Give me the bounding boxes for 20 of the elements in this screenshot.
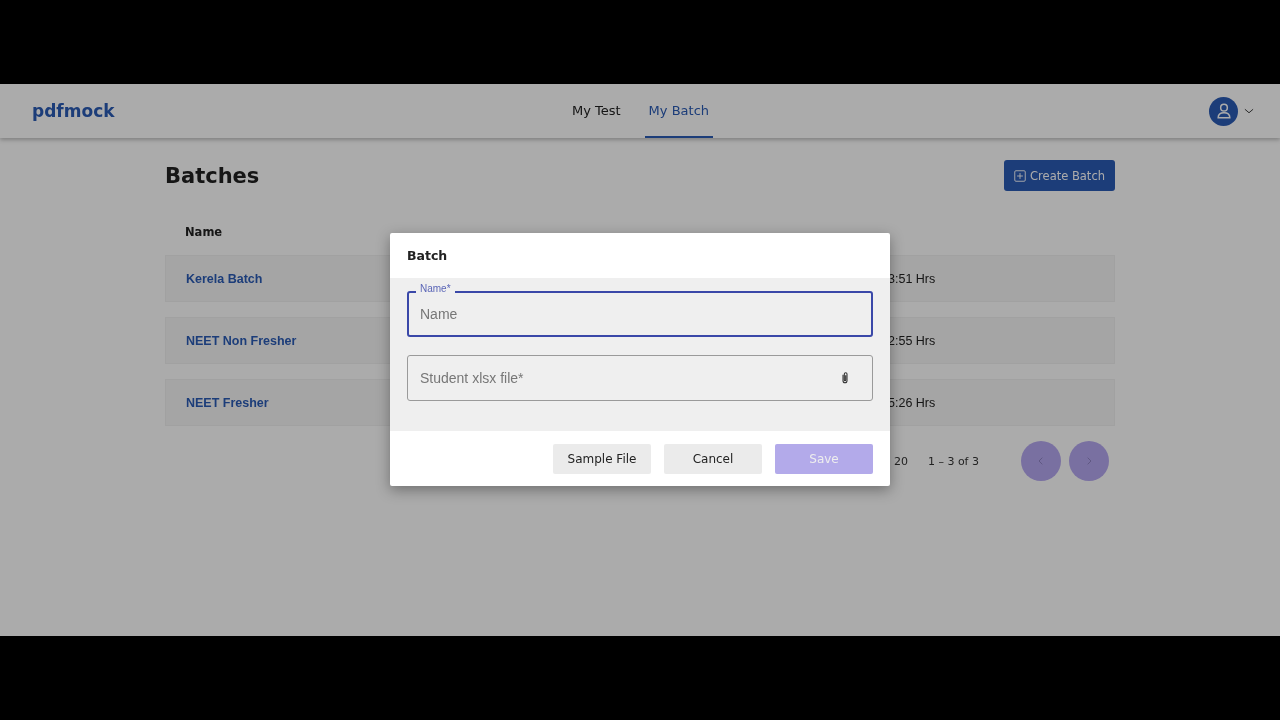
column-header: Name [185, 225, 224, 239]
nav-tab[interactable]: My Test [567, 84, 625, 138]
field-label: Name* [416, 283, 455, 294]
name-input-field[interactable]: Name [407, 291, 873, 337]
page-range: 1 – 3 of 3 [927, 454, 979, 468]
dialog-button[interactable]: Sample File [553, 443, 651, 474]
page-title: Batches [165, 163, 260, 188]
table-cell: 3:51 Hrs [888, 271, 936, 286]
app-logo[interactable]: pdfmock [32, 101, 332, 121]
dialog-button[interactable]: Cancel [664, 443, 762, 474]
file-input-field[interactable]: Student xlsx file* [407, 355, 873, 401]
previous-page-button[interactable] [1021, 441, 1061, 481]
create-batch-button[interactable]: Create Batch [1004, 160, 1115, 191]
add-box-icon [1013, 168, 1028, 183]
dialog-title: Batch [406, 247, 449, 265]
page-size-value: 20 [893, 454, 908, 468]
next-page-button[interactable] [1069, 441, 1109, 481]
table-cell: 2:55 Hrs [888, 333, 936, 348]
nav-tab[interactable]: My Batch [644, 84, 714, 138]
avatar-button[interactable] [1209, 96, 1238, 126]
